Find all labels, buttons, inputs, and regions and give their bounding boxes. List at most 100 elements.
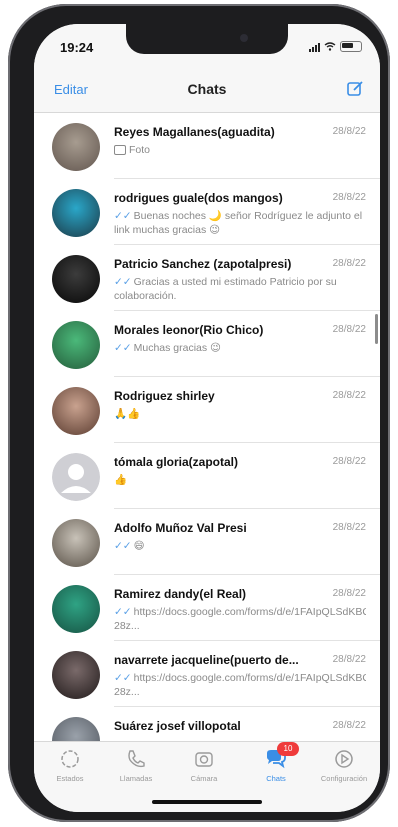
avatar[interactable] xyxy=(52,255,100,303)
chat-date: 28/8/22 xyxy=(332,588,366,599)
scroll-indicator[interactable] xyxy=(375,314,378,344)
chat-row[interactable]: Morales leonor(Rio Chico) 28/8/22 ✓✓ Muchas… xyxy=(34,311,380,377)
chat-row[interactable]: navarrete jacqueline(puerto de... 28/8/22… xyxy=(34,641,380,707)
front-camera xyxy=(240,34,248,42)
battery-icon xyxy=(340,41,362,52)
status-icon xyxy=(59,748,81,770)
tab-llamadas[interactable]: Llamadas xyxy=(106,748,166,783)
avatar[interactable] xyxy=(52,453,100,501)
avatar[interactable] xyxy=(52,519,100,567)
chat-name: Reyes Magallanes(aguadita) xyxy=(114,125,275,139)
tab-estados[interactable]: Estados xyxy=(40,748,100,783)
chat-preview-text: 😄 xyxy=(133,540,145,552)
tab-label: Llamadas xyxy=(119,774,153,783)
avatar[interactable] xyxy=(52,585,100,633)
chat-name: Ramirez dandy(el Real) xyxy=(114,587,247,601)
chat-preview: 🙏👍 xyxy=(114,407,366,421)
chat-date: 28/8/22 xyxy=(332,456,366,467)
chat-preview-text: Foto xyxy=(129,144,151,156)
chat-row-content: tómala gloria(zapotal) 28/8/22 👍 xyxy=(114,449,380,509)
read-ticks-icon: ✓✓ xyxy=(114,606,132,618)
chat-preview-text: Gracias a usted mi estimado Patricio por… xyxy=(114,276,337,302)
camera-icon xyxy=(193,748,215,770)
chat-row[interactable]: Suárez josef villopotal 28/8/22 xyxy=(34,707,380,742)
chats-icon: 10 xyxy=(265,742,299,770)
chat-name: Patricio Sanchez (zapotalpresi) xyxy=(114,257,292,271)
chat-row-content: Patricio Sanchez (zapotalpresi) 28/8/22 ✓✓… xyxy=(114,251,380,311)
chat-name: rodrigues guale(dos mangos) xyxy=(114,191,283,205)
chat-row[interactable]: Ramirez dandy(el Real) 28/8/22 ✓✓ https://d… xyxy=(34,575,380,641)
tab-cámara[interactable]: Cámara xyxy=(174,748,234,783)
chat-row[interactable]: Rodriguez shirley 28/8/22 🙏👍 xyxy=(34,377,380,443)
avatar[interactable] xyxy=(52,123,100,171)
tab-configuración[interactable]: Configuración xyxy=(314,748,374,783)
chat-preview: ✓✓ https://docs.google.com/forms/d/e/1FAI… xyxy=(114,605,366,633)
camera-icon xyxy=(114,145,126,156)
read-ticks-icon: ✓✓ xyxy=(114,342,132,354)
chat-date: 28/8/22 xyxy=(332,324,366,335)
tab-chats[interactable]: 10 Chats xyxy=(246,742,306,783)
home-indicator xyxy=(152,800,262,804)
chat-preview: ✓✓ 😄 xyxy=(114,539,366,553)
nav-bar: Editar Chats xyxy=(34,68,380,113)
chat-row[interactable]: tómala gloria(zapotal) 28/8/22 👍 xyxy=(34,443,380,509)
read-ticks-icon: ✓✓ xyxy=(114,276,132,288)
avatar[interactable] xyxy=(52,321,100,369)
chat-preview: ✓✓ Muchas gracias 😉 xyxy=(114,341,366,355)
chat-row[interactable]: Patricio Sanchez (zapotalpresi) 28/8/22 ✓✓… xyxy=(34,245,380,311)
chat-preview: 👍 xyxy=(114,473,366,487)
chat-preview: ✓✓ Gracias a usted mi estimado Patricio p… xyxy=(114,275,366,303)
chat-name: Adolfo Muñoz Val Presi xyxy=(114,521,247,535)
chat-row[interactable]: rodrigues guale(dos mangos) 28/8/22 ✓✓ Buen… xyxy=(34,179,380,245)
tab-bar: Estados Llamadas Cámara 10 Chats Configuració… xyxy=(34,741,380,812)
signal-icon xyxy=(309,42,320,52)
chat-preview-text: https://docs.google.com/forms/d/e/1FAIpQ… xyxy=(114,672,366,698)
unread-badge: 10 xyxy=(277,742,299,756)
chat-date: 28/8/22 xyxy=(332,126,366,137)
read-ticks-icon: ✓✓ xyxy=(114,210,132,222)
chat-row-content: Rodriguez shirley 28/8/22 🙏👍 xyxy=(114,383,380,443)
chat-date: 28/8/22 xyxy=(332,720,366,731)
chat-date: 28/8/22 xyxy=(332,654,366,665)
avatar[interactable] xyxy=(52,717,100,742)
chat-list: Reyes Magallanes(aguadita) 28/8/22 Foto rod… xyxy=(34,113,380,742)
chat-name: Rodriguez shirley xyxy=(114,389,215,403)
chat-row-content: Reyes Magallanes(aguadita) 28/8/22 Foto xyxy=(114,119,380,179)
chat-name: navarrete jacqueline(puerto de... xyxy=(114,653,299,667)
screen: 19:24 Editar Chats Reyes Magallanes(agua… xyxy=(34,24,380,812)
chat-preview-text: 👍 xyxy=(114,474,128,486)
chat-preview-text: https://docs.google.com/forms/d/e/1FAIpQ… xyxy=(114,606,366,632)
chat-row-content: Adolfo Muñoz Val Presi 28/8/22 ✓✓ 😄 xyxy=(114,515,380,575)
settings-icon xyxy=(333,748,355,770)
chat-row[interactable]: Adolfo Muñoz Val Presi 28/8/22 ✓✓ 😄 xyxy=(34,509,380,575)
tab-label: Configuración xyxy=(320,774,368,783)
phone-frame: 19:24 Editar Chats Reyes Magallanes(agua… xyxy=(8,4,390,822)
notch xyxy=(126,24,288,54)
chat-row-content: navarrete jacqueline(puerto de... 28/8/22… xyxy=(114,647,380,707)
avatar[interactable] xyxy=(52,387,100,435)
chat-preview-text: Buenas noches 🌙 señor Rodríguez le adjun… xyxy=(114,210,363,236)
chat-name: tómala gloria(zapotal) xyxy=(114,455,239,469)
tab-label: Chats xyxy=(266,774,286,783)
status-time: 19:24 xyxy=(60,40,94,55)
wifi-icon xyxy=(324,42,336,51)
read-ticks-icon: ✓✓ xyxy=(114,540,132,552)
compose-icon[interactable] xyxy=(346,80,364,98)
chat-preview: ✓✓ Buenas noches 🌙 señor Rodríguez le adj… xyxy=(114,209,366,237)
chat-row[interactable]: Reyes Magallanes(aguadita) 28/8/22 Foto xyxy=(34,113,380,179)
chat-date: 28/8/22 xyxy=(332,258,366,269)
avatar[interactable] xyxy=(52,189,100,237)
chat-date: 28/8/22 xyxy=(332,192,366,203)
chat-preview-text: 🙏👍 xyxy=(114,408,141,420)
chat-row-content: Morales leonor(Rio Chico) 28/8/22 ✓✓ Muchas… xyxy=(114,317,380,377)
tab-label: Estados xyxy=(56,774,84,783)
chat-preview: ✓✓ https://docs.google.com/forms/d/e/1FAI… xyxy=(114,671,366,699)
chat-name: Suárez josef villopotal xyxy=(114,719,241,733)
status-icons xyxy=(309,41,362,52)
chat-row-content: Suárez josef villopotal 28/8/22 xyxy=(114,713,380,742)
chat-row-content: Ramirez dandy(el Real) 28/8/22 ✓✓ https://d… xyxy=(114,581,380,641)
chat-date: 28/8/22 xyxy=(332,522,366,533)
chat-name: Morales leonor(Rio Chico) xyxy=(114,323,264,337)
read-ticks-icon: ✓✓ xyxy=(114,672,132,684)
avatar[interactable] xyxy=(52,651,100,699)
